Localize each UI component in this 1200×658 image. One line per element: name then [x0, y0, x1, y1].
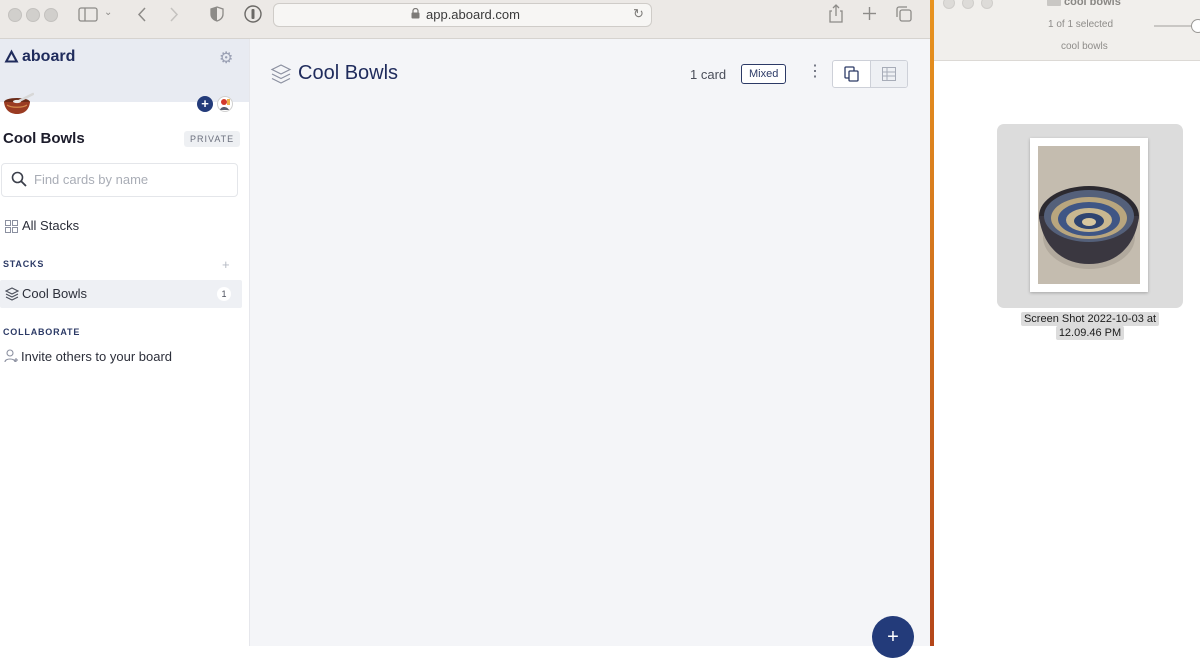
stack-card-count: 1 — [217, 287, 231, 301]
member-avatar[interactable] — [217, 96, 233, 112]
board-avatar[interactable] — [3, 91, 34, 115]
card-search-box[interactable] — [1, 163, 238, 197]
share-icon[interactable] — [828, 4, 844, 24]
page-title: Cool Bowls — [298, 62, 399, 84]
sidebar-item-label: Cool Bowls — [22, 286, 88, 301]
folder-icon — [1047, 0, 1061, 6]
privacy-shield-icon[interactable] — [210, 6, 224, 22]
nav-all-stacks[interactable]: All Stacks — [22, 218, 79, 233]
reload-icon[interactable]: ↻ — [633, 6, 644, 22]
add-member-button[interactable]: + — [197, 96, 213, 112]
file-name-line-1: Screen Shot 2022-10-03 at — [1020, 312, 1160, 326]
chevron-down-icon[interactable]: ⌄ — [104, 7, 112, 18]
aboard-logo-icon[interactable] — [4, 49, 19, 63]
add-card-button[interactable]: + — [872, 616, 914, 658]
minimize-window-button[interactable] — [26, 8, 40, 22]
minimize-window-button[interactable] — [962, 0, 974, 9]
search-icon — [11, 171, 27, 187]
zoom-window-button[interactable] — [44, 8, 58, 22]
browser-window: ⌄ app.aboard.com ↻ aboard ⚙ + Cool Bowls… — [0, 0, 930, 658]
app-logo-text[interactable]: aboard — [22, 48, 75, 66]
add-stack-icon[interactable]: + — [222, 257, 230, 272]
finder-toolbar: cool bowls 1 of 1 selected cool bowls — [934, 0, 1200, 61]
slider-handle[interactable] — [1191, 19, 1200, 33]
gear-icon[interactable]: ⚙ — [219, 48, 233, 68]
file-name-label[interactable]: Screen Shot 2022-10-03 at 12.09.46 PM — [1015, 312, 1165, 340]
tab-overview-icon[interactable] — [895, 5, 913, 23]
table-view-button[interactable] — [871, 61, 907, 87]
view-toggle — [832, 60, 908, 88]
card-view-button[interactable] — [833, 61, 871, 87]
stack-icon — [5, 287, 19, 301]
folder-path-label: cool bowls — [1061, 41, 1108, 52]
stack-icon — [270, 64, 292, 84]
zoom-window-button[interactable] — [981, 0, 993, 9]
finder-window: cool bowls 1 of 1 selected cool bowls Sc… — [934, 0, 1200, 646]
search-input[interactable] — [34, 172, 229, 187]
collaborate-section-label: COLLABORATE — [3, 327, 81, 337]
mixed-filter-badge[interactable]: Mixed — [741, 64, 787, 84]
finder-window-title: cool bowls — [1064, 0, 1121, 8]
file-thumbnail[interactable] — [1030, 138, 1148, 292]
cards-icon — [844, 66, 859, 82]
new-tab-icon[interactable] — [862, 6, 877, 21]
back-icon[interactable] — [137, 7, 147, 22]
card-count: 1 card — [690, 67, 727, 82]
bowl-photo-image — [1038, 146, 1140, 284]
invite-others-link[interactable]: Invite others to your board — [21, 349, 172, 364]
table-icon — [882, 67, 896, 81]
selection-status: 1 of 1 selected — [1048, 19, 1114, 30]
invite-user-icon — [4, 349, 18, 363]
address-bar[interactable]: app.aboard.com ↻ — [273, 3, 652, 27]
grid-icon — [5, 220, 18, 233]
file-name-line-2: 12.09.46 PM — [1055, 326, 1125, 340]
sidebar-item-cool-bowls[interactable]: Cool Bowls 1 — [0, 280, 242, 308]
browser-toolbar: ⌄ app.aboard.com ↻ — [0, 0, 930, 39]
password-manager-icon[interactable] — [244, 5, 262, 23]
privacy-badge: PRIVATE — [184, 131, 241, 147]
app-sidebar: aboard ⚙ + Cool Bowls PRIVATE Find cards… — [0, 39, 250, 646]
url-text: app.aboard.com — [426, 7, 520, 22]
stack-canvas: Cool Bowls 1 card Mixed ⋮ + — [250, 39, 930, 658]
close-window-button[interactable] — [8, 8, 22, 22]
close-window-button[interactable] — [943, 0, 955, 9]
forward-icon[interactable] — [169, 7, 179, 22]
lock-icon — [411, 8, 420, 19]
sidebar-toggle-icon[interactable] — [78, 7, 98, 22]
stacks-section-label: STACKS — [3, 259, 45, 269]
board-title: Cool Bowls — [3, 130, 85, 147]
more-options-icon[interactable]: ⋮ — [807, 61, 823, 81]
